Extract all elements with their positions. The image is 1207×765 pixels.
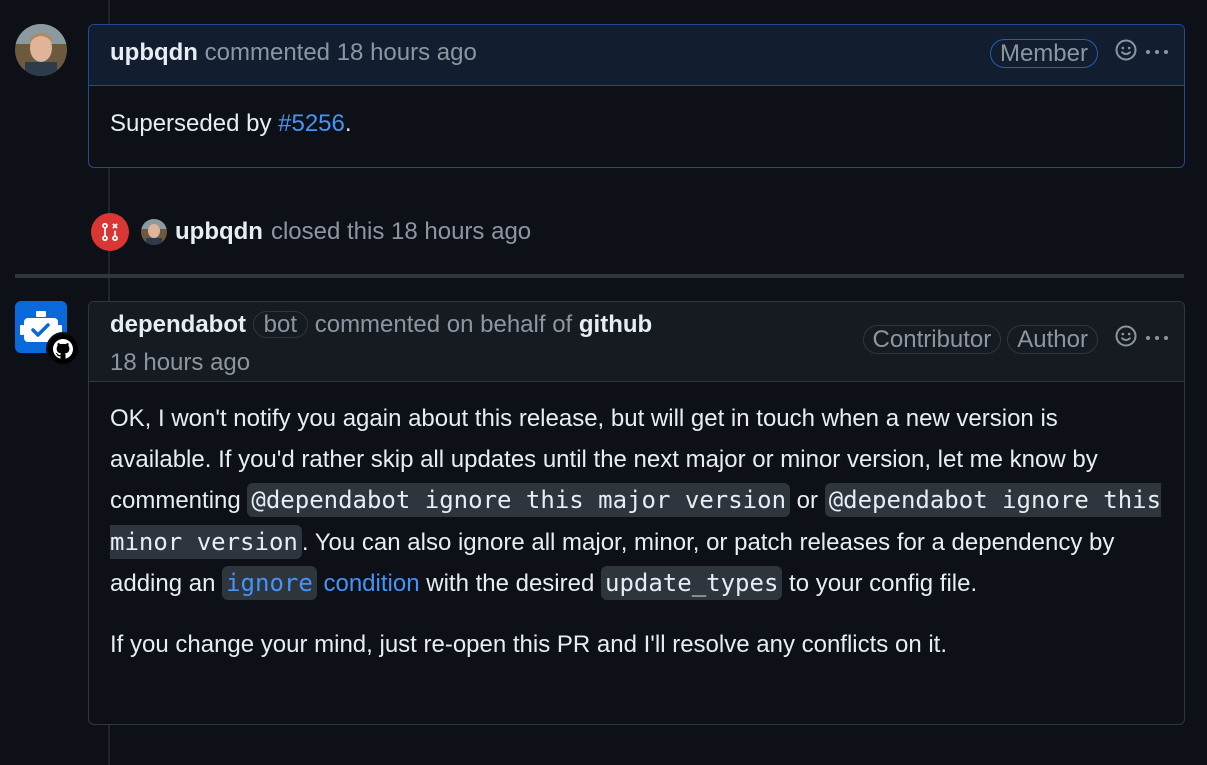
para-text: with the desired (419, 570, 601, 597)
comment-action: commented on behalf of (314, 311, 573, 338)
comment-body: OK, I won't notify you again about this … (89, 399, 1184, 665)
comment-paragraph: If you change your mind, just re-open th… (110, 630, 947, 658)
avatar[interactable] (15, 24, 67, 76)
comment-author[interactable]: upbqdn (110, 39, 198, 66)
comment-header: dependabot bot commented on behalf of gi… (89, 302, 1184, 382)
comment-body: Superseded by #5256. (89, 86, 1184, 163)
kebab-horizontal-icon[interactable] (1144, 38, 1170, 69)
comment-header-text: upbqdn commented 18 hours ago (110, 39, 477, 67)
comment-action: commented (204, 39, 331, 66)
timeline-divider (15, 274, 1184, 278)
comment-dependabot: dependabot bot commented on behalf of gi… (88, 301, 1185, 725)
author-badge: Author (1007, 325, 1098, 354)
comment-header: upbqdn commented 18 hours ago Member (89, 25, 1184, 86)
inline-code: update_types (601, 566, 783, 600)
para-text: or (790, 487, 825, 514)
inline-code: @dependabot ignore this major version (247, 483, 791, 517)
ignore-condition-link-code[interactable]: ignore (222, 566, 317, 600)
comment-header-actions: Member (989, 38, 1170, 69)
closed-event: upbqdn closed this 18 hours ago (91, 213, 531, 251)
git-pull-request-closed-icon (91, 213, 129, 251)
comment-time[interactable]: 18 hours ago (110, 349, 250, 376)
smiley-icon[interactable] (1114, 324, 1138, 355)
para-text: to your config file. (782, 570, 978, 597)
comment-author[interactable]: dependabot (110, 311, 246, 338)
comment-upbqdn: upbqdn commented 18 hours ago Member Sup… (88, 24, 1185, 168)
on-behalf-of[interactable]: github (579, 311, 652, 338)
pr-link[interactable]: #5256 (278, 110, 345, 137)
contributor-badge: Contributor (862, 325, 1002, 354)
kebab-horizontal-icon[interactable] (1144, 324, 1170, 355)
comment-header-actions: Contributor Author (862, 324, 1170, 355)
comment-paragraph: OK, I won't notify you again about this … (110, 399, 1163, 605)
comment-body-prefix: Superseded by (110, 110, 279, 137)
github-icon (46, 332, 80, 366)
avatar[interactable] (141, 219, 167, 245)
comment-time[interactable]: 18 hours ago (337, 39, 477, 66)
bot-label: bot (252, 311, 309, 338)
comment-header-text: dependabot bot commented on behalf of gi… (110, 306, 652, 382)
comment-body-suffix: . (344, 110, 352, 137)
smiley-icon[interactable] (1114, 38, 1138, 69)
event-text: closed this 18 hours ago (270, 218, 532, 245)
ignore-condition-link[interactable]: condition (323, 570, 419, 597)
member-badge: Member (989, 39, 1098, 68)
event-author[interactable]: upbqdn (175, 218, 263, 246)
